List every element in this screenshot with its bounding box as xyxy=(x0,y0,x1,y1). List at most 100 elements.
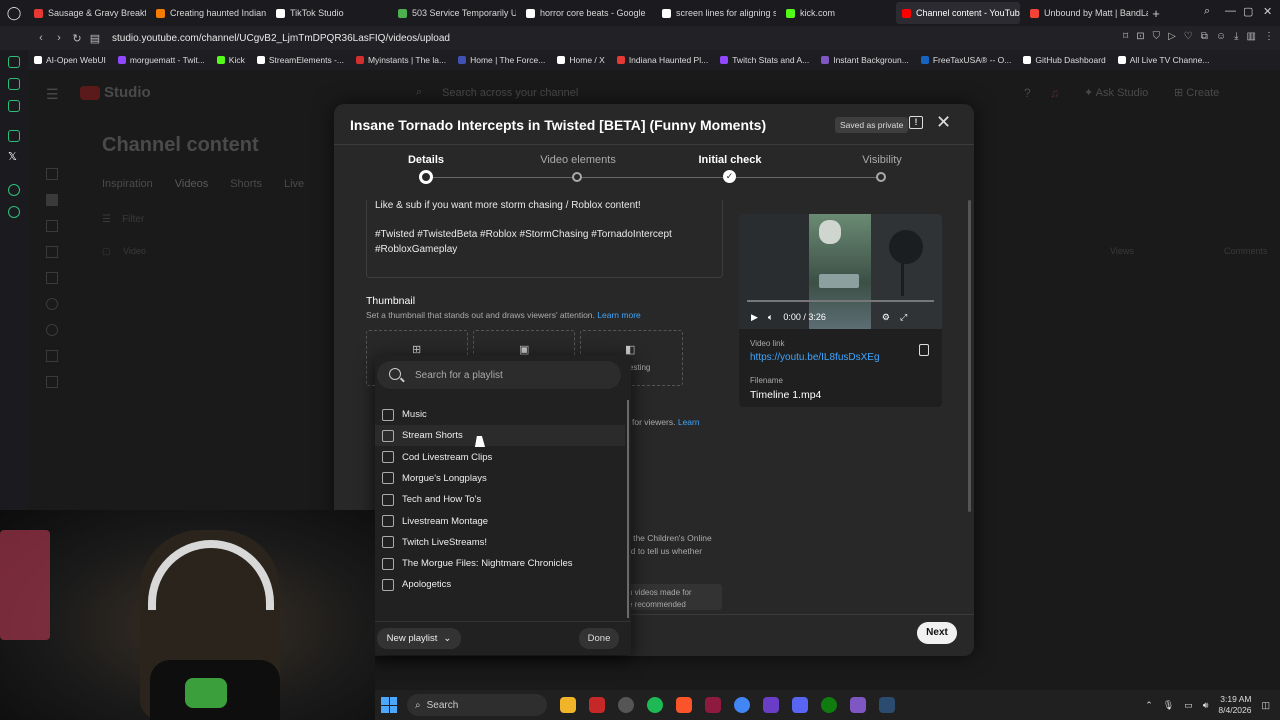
new-tab-icon[interactable]: + xyxy=(1148,6,1164,21)
bookmark-item[interactable]: Indiana Haunted Pl... xyxy=(616,55,708,65)
browser-icon[interactable] xyxy=(705,697,721,713)
playlist-item[interactable]: The Morgue Files: Nightmare Chronicles xyxy=(375,553,625,574)
xbox-icon[interactable] xyxy=(821,697,837,713)
rail-settings-icon[interactable] xyxy=(8,206,20,218)
obs-icon[interactable] xyxy=(618,697,634,713)
browser-tab[interactable]: Sausage & Gravy Breakfast xyxy=(28,2,146,24)
bookmark-item[interactable]: morguematt - Twit... xyxy=(117,55,205,65)
notifications-icon[interactable]: ♫ xyxy=(1050,86,1059,100)
bookmark-item[interactable]: Twitch Stats and A... xyxy=(720,55,809,65)
heart-icon[interactable]: ♡ xyxy=(1184,31,1193,42)
settings-gear-icon[interactable]: ⚙ xyxy=(882,312,890,323)
bookmark-item[interactable]: StreamElements -... xyxy=(256,55,344,65)
play-icon[interactable]: ▷ xyxy=(1168,31,1176,42)
dialog-scrollbar[interactable] xyxy=(968,200,971,512)
bookmark-item[interactable]: GitHub Dashboard xyxy=(1023,55,1106,65)
filter-label[interactable]: ☰ Filter xyxy=(102,214,144,225)
playlist-search-input[interactable] xyxy=(415,368,615,382)
rail-percent-icon[interactable] xyxy=(8,130,20,142)
bookmark-item[interactable]: All Live TV Channe... xyxy=(1117,55,1209,65)
spotify-icon[interactable] xyxy=(647,697,663,713)
browser-logo-icon[interactable]: ◯ xyxy=(0,0,28,26)
nav-community-icon[interactable] xyxy=(46,246,58,258)
rail-player-icon[interactable] xyxy=(8,100,20,112)
browser-tab[interactable]: screen lines for aligning st xyxy=(656,2,776,24)
app-icon[interactable] xyxy=(589,697,605,713)
chrome-icon[interactable] xyxy=(734,697,750,713)
rail-whatsapp-icon[interactable] xyxy=(8,56,20,68)
playlist-item[interactable]: Apologetics xyxy=(375,574,625,595)
hamburger-icon[interactable]: ☰ xyxy=(46,86,59,103)
playlist-item[interactable]: Morgue's Longplays xyxy=(375,468,625,489)
playlist-item[interactable]: Livestream Montage xyxy=(375,511,625,532)
playlist-search[interactable] xyxy=(377,361,621,389)
tab-videos[interactable]: Videos xyxy=(175,178,208,190)
nav-dashboard-icon[interactable] xyxy=(46,168,58,180)
site-info-icon[interactable]: ▤ xyxy=(86,32,104,45)
shield-icon[interactable]: ⛉ xyxy=(1153,31,1161,42)
studio-search[interactable]: ⌕ Search across your channel xyxy=(406,82,906,106)
playlist-item[interactable]: Stream Shorts xyxy=(375,425,625,447)
app-icon[interactable] xyxy=(879,697,895,713)
playlist-checkbox[interactable] xyxy=(382,515,394,527)
bookmark-item[interactable]: Home | The Force... xyxy=(458,55,545,65)
ask-studio-button[interactable]: ✦ Ask Studio xyxy=(1084,86,1148,99)
studio-logo[interactable]: Studio xyxy=(104,84,151,101)
playlist-item[interactable]: Cod Livestream Clips xyxy=(375,447,625,468)
playlist-checkbox[interactable] xyxy=(382,578,394,591)
playlist-checkbox[interactable] xyxy=(382,408,394,421)
app-icon[interactable] xyxy=(850,697,866,713)
playlist-item[interactable]: Music xyxy=(375,404,625,425)
step-video-elements[interactable]: Video elements xyxy=(518,154,638,166)
notifications-icon[interactable]: ◫ xyxy=(1261,700,1270,711)
profile-icon[interactable]: ☺ xyxy=(1216,31,1226,42)
rail-sync-icon[interactable] xyxy=(8,78,20,90)
video-link[interactable]: https://youtu.be/IL8fusDsXEg xyxy=(750,352,880,363)
minimize-icon[interactable]: — xyxy=(1225,5,1236,17)
network-icon[interactable]: ▭ xyxy=(1184,700,1193,711)
play-icon[interactable]: ▶ xyxy=(751,312,758,323)
help-icon[interactable]: ? xyxy=(1024,86,1031,100)
browser-tab[interactable]: Unbound by Matt | BandLab xyxy=(1024,2,1148,24)
rail-x-icon[interactable]: 𝕏 xyxy=(8,150,17,163)
done-button[interactable]: Done xyxy=(579,628,619,649)
playlist-checkbox[interactable] xyxy=(382,429,394,442)
bookmark-item[interactable]: AI-Open WebUI xyxy=(34,55,106,65)
next-button[interactable]: Next xyxy=(917,622,957,644)
tray-chevron-icon[interactable]: ⌃ xyxy=(1145,700,1153,711)
new-playlist-button[interactable]: New playlist ⌄ xyxy=(377,628,461,649)
sidebar-icon[interactable]: ▥ xyxy=(1247,31,1256,42)
close-icon[interactable]: ✕ xyxy=(936,112,951,133)
rail-clock-icon[interactable] xyxy=(8,184,20,196)
download-icon[interactable]: ⤓ xyxy=(1234,31,1238,42)
step-initial-check[interactable]: Initial check xyxy=(670,154,790,166)
tab-shorts[interactable]: Shorts xyxy=(230,178,262,190)
discord-icon[interactable] xyxy=(792,697,808,713)
tab-inspiration[interactable]: Inspiration xyxy=(102,178,153,190)
menu-icon[interactable]: ⋮ xyxy=(1264,31,1274,42)
step-visibility[interactable]: Visibility xyxy=(822,154,942,166)
description-field[interactable]: Like & sub if you want more storm chasin… xyxy=(366,200,723,278)
nav-analytics-icon[interactable] xyxy=(46,220,58,232)
step-details[interactable]: Details xyxy=(366,154,486,166)
nav-copyright-icon[interactable] xyxy=(46,298,58,310)
browser-tab[interactable]: kick.com xyxy=(780,2,892,24)
brave-icon[interactable] xyxy=(676,697,692,713)
mic-icon[interactable]: 🎙︎ xyxy=(1163,700,1174,711)
playlist-checkbox[interactable] xyxy=(382,536,394,549)
taskbar-search[interactable]: ⌕ Search xyxy=(407,694,547,716)
playlist-checkbox[interactable] xyxy=(382,472,394,485)
playlist-scrollbar[interactable] xyxy=(627,400,629,618)
nav-content-icon[interactable] xyxy=(46,194,58,206)
browser-tab[interactable]: Creating haunted Indiana xyxy=(150,2,266,24)
playlist-item[interactable]: Tech and How To's xyxy=(375,489,625,510)
forward-icon[interactable]: › xyxy=(50,32,68,44)
grid-app-icon[interactable] xyxy=(763,697,779,713)
windows-start-icon[interactable] xyxy=(381,697,397,713)
reload-icon[interactable]: ↻ xyxy=(68,32,86,45)
back-icon[interactable]: ‹ xyxy=(32,32,50,44)
nav-customization-icon[interactable] xyxy=(46,350,58,362)
fullscreen-icon[interactable]: ⤢ xyxy=(900,312,907,323)
playlist-checkbox[interactable] xyxy=(382,451,394,464)
nav-subtitles-icon[interactable] xyxy=(46,272,58,284)
